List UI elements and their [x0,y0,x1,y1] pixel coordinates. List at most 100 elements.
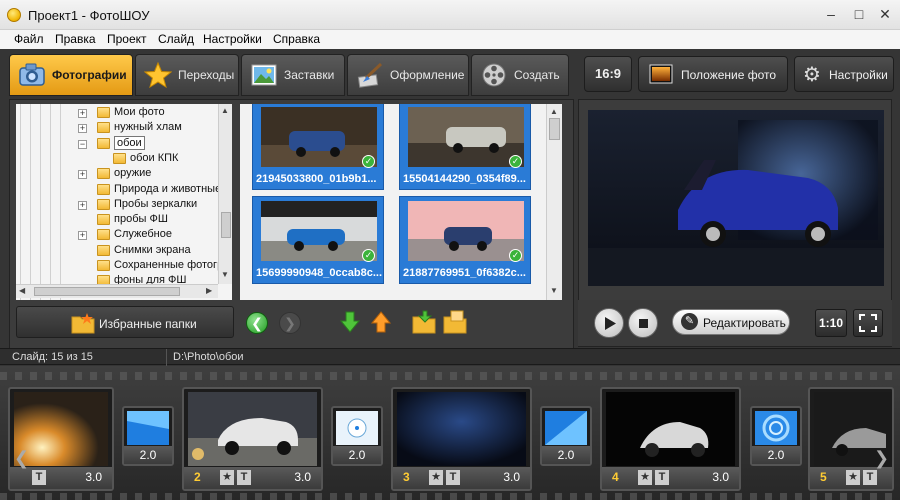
tree-item-label: Снимки экрана [114,243,191,256]
scroll-left-arrow-icon[interactable]: ◀ [19,286,25,295]
timeline-scroll-left-icon[interactable]: ❮ [14,448,29,469]
tab-photos-label: Фотографии [52,68,127,82]
folder-icon [97,214,110,226]
tree-item-label: нужный хлам [114,121,182,134]
move-down-arrow-icon[interactable] [340,311,360,333]
tree-hscroll-thumb[interactable] [34,287,180,296]
expand-icon[interactable]: + [78,231,87,241]
expand-icon[interactable]: + [78,200,87,210]
expand-icon[interactable]: + [78,124,87,134]
tree-item[interactable]: Сохраненные фотогр [16,259,232,274]
photo-image [408,201,524,261]
timeline-slide[interactable]: 2 ★ T 3.0 [182,387,323,491]
slide-footer: 5 ★ T [810,467,892,489]
timeline-transition[interactable]: 2.0 [331,406,383,466]
menu-file[interactable]: Файл [14,32,44,46]
scroll-down-arrow-icon[interactable]: ▼ [221,270,230,280]
folder-icon [97,107,110,118]
play-button[interactable] [594,308,624,338]
tree-item[interactable]: + Служебное [16,228,232,243]
menu-slide[interactable]: Слайд [158,32,194,46]
tree-vertical-scrollbar[interactable]: ▲ ▼ [218,104,232,284]
timeline-scroll-right-icon[interactable]: ❯ [874,448,889,469]
menu-edit[interactable]: Правка [55,32,96,46]
photo-thumbnail[interactable]: 21945033800_01b9b1... ✓ [252,104,384,190]
close-button[interactable]: ✕ [872,4,898,24]
checkmark-icon: ✓ [509,249,522,262]
edit-label: Редактировать [703,316,786,330]
text-icon[interactable]: T [655,470,669,485]
settings-button[interactable]: ⚙ Настройки [794,56,894,92]
favorite-folders-button[interactable]: Избранные папки [16,306,234,338]
tab-create-label: Создать [514,68,560,82]
timeline-transition[interactable]: 2.0 [540,406,592,466]
photo-position-button[interactable]: Положение фото [638,56,788,92]
scroll-down-arrow-icon[interactable]: ▼ [550,286,558,295]
tree-item[interactable]: Природа и животные [16,183,232,198]
tree-item[interactable]: + Пробы зеркалки [16,198,232,213]
slide-footer: 4 ★ T 3.0 [602,467,739,489]
text-icon[interactable]: T [446,470,460,485]
photo-grid-scrollbar[interactable]: ▲ ▼ [546,104,562,300]
text-icon[interactable]: T [32,470,46,485]
minimize-button[interactable]: – [818,4,844,24]
film-strip-top [0,372,900,380]
menu-project[interactable]: Проект [107,32,147,46]
collapse-icon[interactable]: − [78,139,87,149]
tree-item[interactable]: Снимки экрана [16,244,232,259]
menu-help[interactable]: Справка [273,32,320,46]
tree-scroll-thumb[interactable] [221,212,231,238]
timeline-slide[interactable]: T 3.0 [8,387,114,491]
star-icon[interactable]: ★ [638,470,652,485]
timeline-slide[interactable]: 4 ★ T 3.0 [600,387,741,491]
tree-item[interactable]: + нужный хлам [16,121,232,136]
folder-tree[interactable]: + Мои фото + нужный хлам − обои обои КПК + оружи… [16,104,232,300]
photo-grid-scroll-thumb[interactable] [549,118,560,140]
tree-horizontal-scrollbar[interactable]: ◀ ▶ [16,284,218,298]
timeline-slide[interactable]: 3 ★ T 3.0 [391,387,532,491]
star-icon[interactable]: ★ [220,470,234,485]
tree-item-label: Служебное [114,228,172,241]
tree-item[interactable]: + Мои фото [16,106,232,121]
add-all-folder-icon[interactable] [443,310,467,334]
timeline-slide[interactable]: 5 ★ T [808,387,894,491]
tree-item[interactable]: − обои [16,135,232,152]
stop-button[interactable] [628,308,658,338]
scroll-up-arrow-icon[interactable]: ▲ [221,106,230,116]
text-icon[interactable]: T [863,470,877,485]
fullscreen-button[interactable] [853,309,883,337]
tree-item-label: Сохраненные фотогр [114,259,224,271]
tab-photos[interactable]: Фотографии [9,54,133,96]
tab-transitions[interactable]: Переходы [135,54,239,96]
maximize-button[interactable]: □ [846,4,872,24]
tab-intros-label: Заставки [284,68,335,82]
tree-item[interactable]: + оружие [16,167,232,182]
back-arrow-icon[interactable]: ❮ [246,312,268,334]
move-up-arrow-icon[interactable] [371,311,391,333]
tree-item[interactable]: пробы ФШ [16,213,232,228]
star-icon[interactable]: ★ [429,470,443,485]
timeline-transition[interactable]: 2.0 [750,406,802,466]
camera-icon [19,63,45,86]
stop-icon [639,319,648,328]
photo-thumbnail[interactable]: 21887769951_0f6382c... ✓ [399,196,531,284]
expand-icon[interactable]: + [78,109,87,118]
timeline-transition[interactable]: 2.0 [122,406,174,466]
forward-arrow-icon[interactable]: ❯ [279,312,301,334]
tab-create[interactable]: Создать [471,54,569,96]
scroll-up-arrow-icon[interactable]: ▲ [550,107,558,116]
text-icon[interactable]: T [237,470,251,485]
ratio-button[interactable]: 1:10 [815,309,847,337]
aspect-ratio-button[interactable]: 16:9 [584,56,632,92]
photo-thumbnail[interactable]: 15504144290_0354f89... ✓ [399,104,531,190]
expand-icon[interactable]: + [78,170,87,180]
tab-intros[interactable]: Заставки [241,54,345,96]
star-icon[interactable]: ★ [846,470,860,485]
scroll-right-arrow-icon[interactable]: ▶ [206,286,212,295]
photo-thumbnail[interactable]: 15699990948_0ccab8c... ✓ [252,196,384,284]
menu-settings[interactable]: Настройки [203,32,262,46]
edit-button[interactable]: ✎ Редактировать [672,309,790,335]
add-folder-icon[interactable] [412,310,436,334]
tab-design[interactable]: Оформление [347,54,469,96]
tree-item[interactable]: обои КПК [16,152,232,167]
